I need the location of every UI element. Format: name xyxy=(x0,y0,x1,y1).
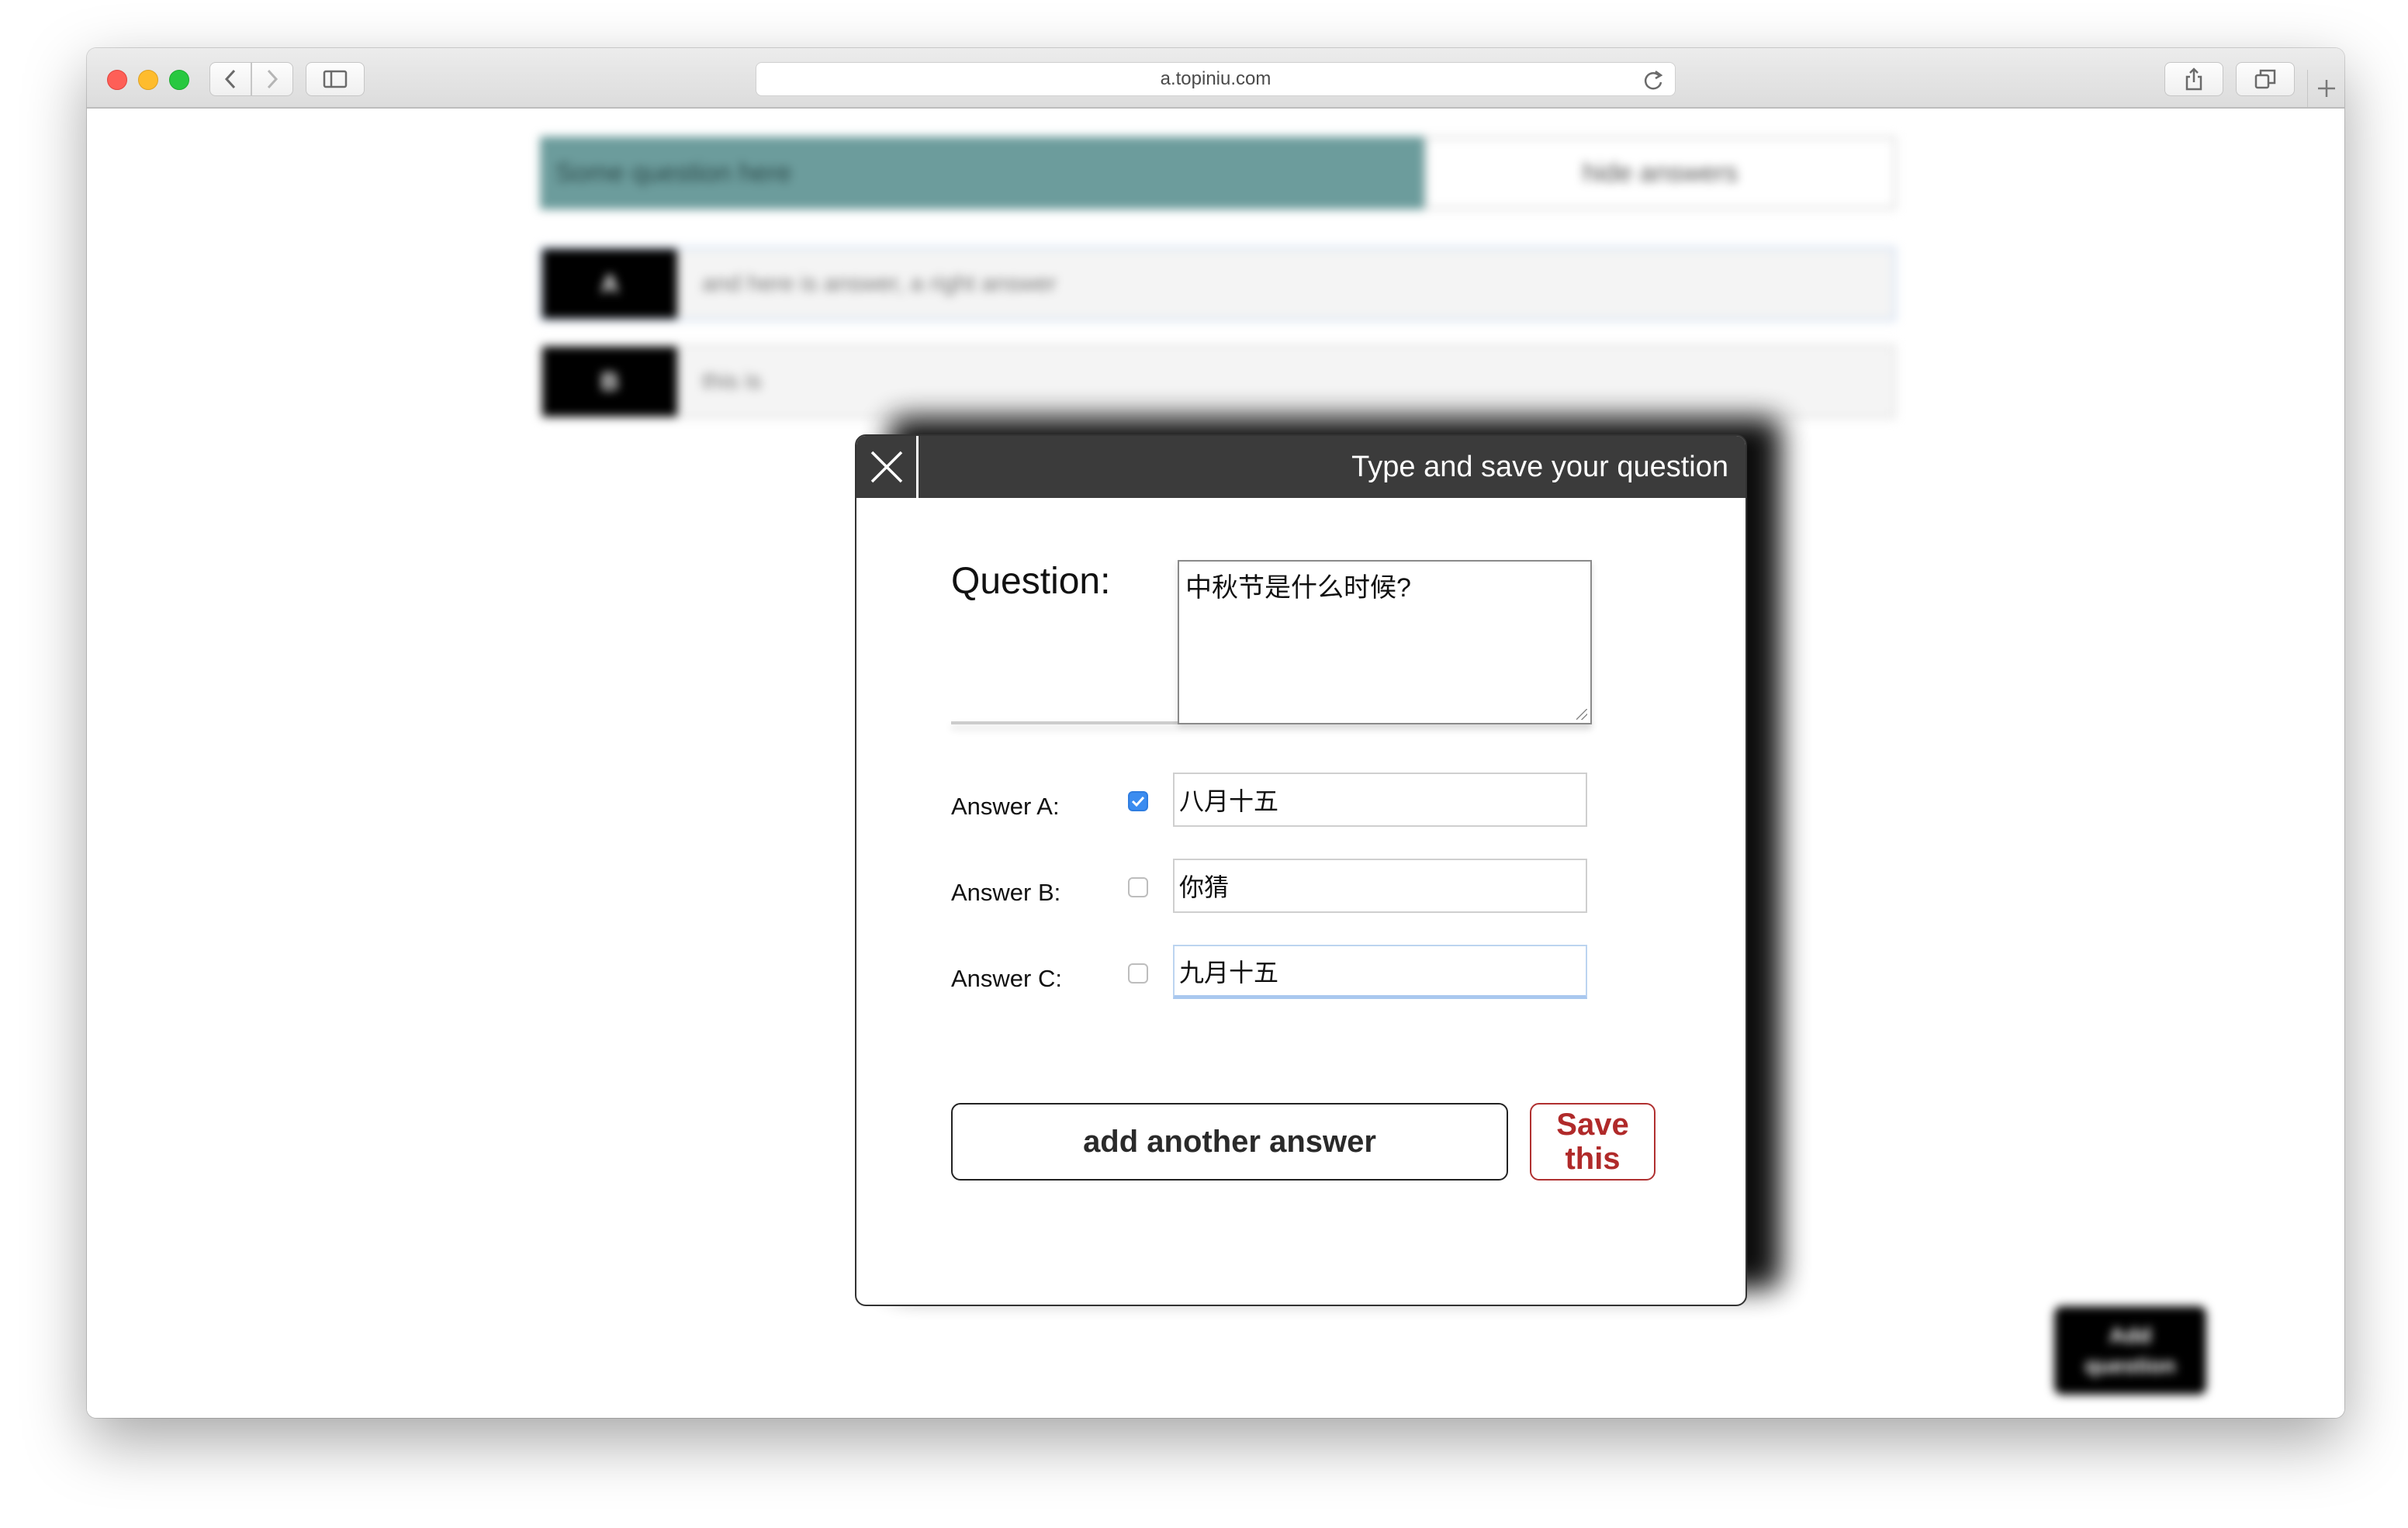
share-button[interactable] xyxy=(2164,62,2223,96)
browser-window: a.topiniu.com Some question here hide an… xyxy=(87,48,2344,1418)
page-content: Some question here hide answers A and he… xyxy=(87,109,2344,1418)
add-another-answer-button[interactable]: add another answer xyxy=(951,1103,1508,1181)
background-question: Some question here xyxy=(540,137,1424,209)
background-answer-a[interactable]: A and here is answer, a right answer xyxy=(540,247,1896,321)
background-answer-b[interactable]: B this is xyxy=(540,344,1896,419)
sidebar-toggle-button[interactable] xyxy=(306,62,365,96)
hide-answers-button[interactable]: hide answers xyxy=(1424,137,1896,209)
question-modal: Type and save your question Question: 中秋… xyxy=(855,434,1747,1306)
answer-b-input[interactable]: 你猜 xyxy=(1173,859,1587,913)
chevron-right-icon xyxy=(267,69,279,89)
add-question-button[interactable]: Add question xyxy=(2054,1306,2206,1395)
checkmark-icon xyxy=(1131,796,1145,807)
save-label-line1: Save xyxy=(1556,1108,1629,1142)
answer-c-input[interactable]: 九月十五 xyxy=(1173,945,1587,999)
close-modal-button[interactable] xyxy=(856,436,919,498)
answer-row-a: Answer A: 八月十五 xyxy=(951,773,1593,827)
question-value: 中秋节是什么时候? xyxy=(1185,573,1411,603)
modal-header: Type and save your question xyxy=(856,436,1745,498)
minimize-window-button[interactable] xyxy=(138,70,158,90)
plus-icon xyxy=(2318,80,2335,97)
answer-b-label: Answer B: xyxy=(951,879,1061,906)
answer-b-checkbox[interactable] xyxy=(1128,877,1148,897)
save-label-line2: this xyxy=(1565,1142,1621,1176)
new-tab-button[interactable] xyxy=(2307,70,2344,107)
save-button[interactable]: Save this xyxy=(1530,1103,1656,1181)
chevron-left-icon xyxy=(224,69,236,89)
answer-a-label: Answer A: xyxy=(951,793,1060,820)
address-bar[interactable]: a.topiniu.com xyxy=(756,62,1676,96)
question-textarea[interactable]: 中秋节是什么时候? xyxy=(1178,560,1592,724)
share-icon xyxy=(2185,67,2202,91)
answer-a-checkbox[interactable] xyxy=(1128,791,1148,811)
address-url: a.topiniu.com xyxy=(1160,68,1271,89)
answer-c-checkbox[interactable] xyxy=(1128,963,1148,984)
sidebar-icon xyxy=(323,70,348,88)
question-label: Question: xyxy=(951,561,1111,602)
answer-row-c: Answer C: 九月十五 xyxy=(951,945,1593,999)
tabs-icon xyxy=(2254,69,2276,89)
tab-overview-button[interactable] xyxy=(2236,62,2295,96)
reload-icon[interactable] xyxy=(1642,68,1664,92)
browser-toolbar: a.topiniu.com xyxy=(87,48,2344,109)
close-window-button[interactable] xyxy=(107,70,127,90)
answer-c-label: Answer C: xyxy=(951,965,1062,992)
answer-row-b: Answer B: 你猜 xyxy=(951,859,1593,913)
answer-letter: A xyxy=(542,249,677,319)
add-question-line1: Add xyxy=(2109,1322,2152,1347)
back-button[interactable] xyxy=(209,62,251,96)
add-question-line2: question xyxy=(2085,1353,2176,1378)
resize-handle[interactable] xyxy=(1576,709,1587,720)
close-icon xyxy=(870,451,902,483)
forward-button[interactable] xyxy=(251,62,293,96)
answer-text: this is xyxy=(702,368,762,394)
modal-title: Type and save your question xyxy=(1351,450,1728,483)
zoom-window-button[interactable] xyxy=(169,70,189,90)
answer-letter: B xyxy=(542,347,677,417)
answer-a-input[interactable]: 八月十五 xyxy=(1173,773,1587,827)
answer-text: and here is answer, a right answer xyxy=(702,271,1057,296)
